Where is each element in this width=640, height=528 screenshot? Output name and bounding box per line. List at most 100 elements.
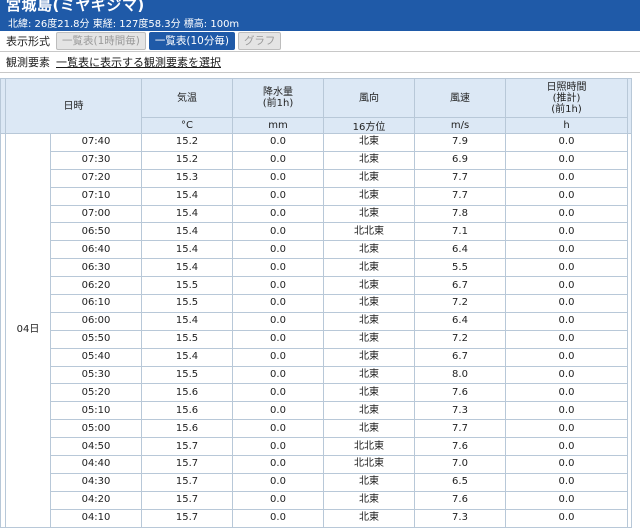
cell-3: 北東 <box>323 329 415 349</box>
cell-4: 7.6 <box>414 490 506 510</box>
table-row: 05:10 15.6 0.0 北東 7.3 0.0 <box>1 401 632 421</box>
cell-5: 0.0 <box>505 311 628 331</box>
cell-0: 04:50 <box>50 437 142 457</box>
cell-5: 0.0 <box>505 276 628 296</box>
table-row: 06:20 15.5 0.0 北東 6.7 0.0 <box>1 276 632 296</box>
cell-4: 7.2 <box>414 329 506 349</box>
cell-5: 0.0 <box>505 186 628 206</box>
table-row: 05:30 15.5 0.0 北東 8.0 0.0 <box>1 365 632 385</box>
cell-0: 04:40 <box>50 455 142 474</box>
hourly-list-button[interactable]: 一覧表(1時間毎) <box>56 32 146 50</box>
cell-2: 0.0 <box>232 294 324 313</box>
cell-4: 6.7 <box>414 276 506 296</box>
cell-5: 0.0 <box>505 437 628 457</box>
cell-5: 0.0 <box>505 347 628 367</box>
cell-5: 0.0 <box>505 419 628 439</box>
cell-2: 0.0 <box>232 455 324 474</box>
cell-1: 15.7 <box>141 508 233 528</box>
table-row: 06:10 15.5 0.0 北東 7.2 0.0 <box>1 294 632 313</box>
element-label: 観測要素 <box>6 56 50 69</box>
cell-2: 0.0 <box>232 508 324 528</box>
cell-0: 05:00 <box>50 419 142 439</box>
cell-5: 0.0 <box>505 294 628 313</box>
cell-3: 北東 <box>323 276 415 296</box>
cell-3: 北東 <box>323 472 415 492</box>
cell-2: 0.0 <box>232 329 324 349</box>
cell-1: 15.7 <box>141 437 233 457</box>
cell-0: 07:40 <box>50 133 142 152</box>
cell-2: 0.0 <box>232 276 324 296</box>
cell-5: 0.0 <box>505 508 628 528</box>
row-edge-right <box>627 133 632 528</box>
cell-1: 15.2 <box>141 150 233 170</box>
cell-1: 15.6 <box>141 419 233 439</box>
column-header-2: 降水量 (前1h) <box>232 78 324 118</box>
cell-0: 06:30 <box>50 258 142 278</box>
cell-2: 0.0 <box>232 186 324 206</box>
cell-1: 15.4 <box>141 204 233 224</box>
cell-3: 北北東 <box>323 437 415 457</box>
cell-3: 北東 <box>323 133 415 152</box>
table-row: 04:50 15.7 0.0 北北東 7.6 0.0 <box>1 437 632 457</box>
cell-4: 7.9 <box>414 133 506 152</box>
table-row: 06:30 15.4 0.0 北東 5.5 0.0 <box>1 258 632 278</box>
cell-4: 7.7 <box>414 186 506 206</box>
cell-4: 7.1 <box>414 222 506 242</box>
cell-0: 07:10 <box>50 186 142 206</box>
cell-3: 北東 <box>323 150 415 170</box>
column-header-0: 日時 <box>5 78 142 134</box>
ten-minute-list-button[interactable]: 一覧表(10分毎) <box>148 32 235 50</box>
cell-4: 8.0 <box>414 365 506 385</box>
select-elements-link[interactable]: 一覧表に表示する観測要素を選択 <box>56 54 221 70</box>
cell-4: 7.3 <box>414 508 506 528</box>
cell-1: 15.5 <box>141 276 233 296</box>
cell-3: 北東 <box>323 383 415 403</box>
cell-5: 0.0 <box>505 365 628 385</box>
column-header-5: 日照時間 (推計) (前1h) <box>505 78 628 118</box>
observation-table: 日時 気温 降水量 (前1h) 風向 風速 日照時間 (推計) (前1h) °C mm 16方位 m/… <box>0 78 632 528</box>
table-row: 05:00 15.6 0.0 北東 7.7 0.0 <box>1 419 632 439</box>
table-row: 06:50 15.4 0.0 北北東 7.1 0.0 <box>1 222 632 242</box>
cell-2: 0.0 <box>232 401 324 421</box>
table-row: 04:40 15.7 0.0 北北東 7.0 0.0 <box>1 455 632 474</box>
cell-5: 0.0 <box>505 472 628 492</box>
cell-0: 05:20 <box>50 383 142 403</box>
cell-2: 0.0 <box>232 240 324 260</box>
cell-5: 0.0 <box>505 490 628 510</box>
cell-0: 06:20 <box>50 276 142 296</box>
cell-1: 15.6 <box>141 383 233 403</box>
cell-3: 北東 <box>323 347 415 367</box>
cell-2: 0.0 <box>232 168 324 188</box>
cell-0: 07:30 <box>50 150 142 170</box>
cell-1: 15.5 <box>141 294 233 313</box>
unit-header-3: 16方位 <box>323 117 415 134</box>
cell-1: 15.6 <box>141 401 233 421</box>
cell-1: 15.7 <box>141 490 233 510</box>
table-row: 07:10 15.4 0.0 北東 7.7 0.0 <box>1 186 632 206</box>
cell-0: 04:20 <box>50 490 142 510</box>
station-name: 宮城島(ミヤギジマ) <box>6 0 145 14</box>
cell-3: 北東 <box>323 490 415 510</box>
cell-4: 7.2 <box>414 294 506 313</box>
column-header-4: 風速 <box>414 78 506 118</box>
table-row: 04日 07:40 15.2 0.0 北東 7.9 0.0 <box>0 133 632 528</box>
cell-0: 06:00 <box>50 311 142 331</box>
cell-3: 北北東 <box>323 222 415 242</box>
cell-0: 05:10 <box>50 401 142 421</box>
cell-2: 0.0 <box>232 150 324 170</box>
table-row: 06:40 15.4 0.0 北東 6.4 0.0 <box>1 240 632 260</box>
cell-2: 0.0 <box>232 419 324 439</box>
cell-5: 0.0 <box>505 204 628 224</box>
cell-1: 15.7 <box>141 455 233 474</box>
cell-2: 0.0 <box>232 472 324 492</box>
cell-5: 0.0 <box>505 222 628 242</box>
cell-3: 北東 <box>323 365 415 385</box>
cell-5: 0.0 <box>505 455 628 474</box>
cell-1: 15.4 <box>141 258 233 278</box>
unit-header-5: h <box>505 117 628 134</box>
cell-0: 06:10 <box>50 294 142 313</box>
cell-1: 15.4 <box>141 222 233 242</box>
graph-button[interactable]: グラフ <box>237 32 282 50</box>
station-header: 宮城島(ミヤギジマ) 北緯: 26度21.8分 東経: 127度58.3分 標高… <box>0 0 640 31</box>
column-header-3: 風向 <box>323 78 415 118</box>
